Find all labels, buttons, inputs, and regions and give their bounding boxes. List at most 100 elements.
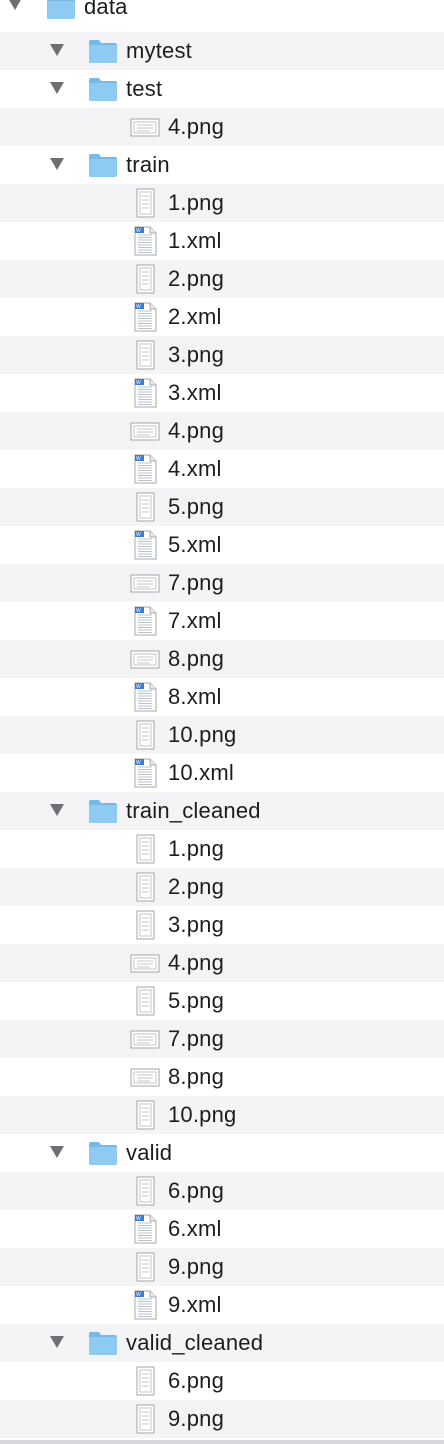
file-name: 9.png <box>168 1254 225 1279</box>
svg-text:W: W <box>136 684 141 690</box>
file-row[interactable]: 9.png <box>0 1400 444 1438</box>
xml-document-icon: W <box>130 1214 160 1244</box>
file-name: 7.xml <box>168 608 222 633</box>
file-row[interactable]: 10.png <box>0 1096 444 1134</box>
folder-icon <box>88 152 118 178</box>
svg-text:W: W <box>136 1216 141 1222</box>
disclosure-triangle-icon[interactable] <box>8 0 22 10</box>
file-row[interactable]: 5.png <box>0 488 444 526</box>
folder-icon <box>46 0 76 20</box>
file-row[interactable]: 6.png <box>0 1362 444 1400</box>
file-row[interactable]: W 1.xml <box>0 222 444 260</box>
folder-name: train <box>126 152 170 177</box>
disclosure-triangle-icon[interactable] <box>50 804 64 816</box>
file-row[interactable]: 9.png <box>0 1248 444 1286</box>
file-name: 2.png <box>168 266 225 291</box>
file-row[interactable]: 7.png <box>0 564 444 602</box>
disclosure-triangle-icon[interactable] <box>50 1336 64 1348</box>
file-name: 3.png <box>168 342 225 367</box>
file-row[interactable]: W 10.xml <box>0 754 444 792</box>
file-name: 4.png <box>168 114 225 139</box>
file-name: 9.xml <box>168 1292 222 1317</box>
file-row[interactable]: W 4.xml <box>0 450 444 488</box>
image-thumbnail-icon <box>130 340 160 370</box>
file-row[interactable]: 3.png <box>0 336 444 374</box>
file-name: 7.png <box>168 570 225 595</box>
file-name: 4.png <box>168 950 225 975</box>
xml-document-icon: W <box>130 378 160 408</box>
file-row[interactable]: 1.png <box>0 830 444 868</box>
file-row[interactable]: W 2.xml <box>0 298 444 336</box>
folder-row[interactable]: data <box>0 0 444 32</box>
file-row[interactable]: 2.png <box>0 260 444 298</box>
file-row[interactable]: 4.png <box>0 944 444 982</box>
folder-icon <box>88 1140 118 1166</box>
xml-document-icon: W <box>130 302 160 332</box>
file-tree: data mytest test 4.png train 1.png W 1.xml 2.png… <box>0 0 444 1444</box>
folder-icon <box>88 1330 118 1356</box>
svg-text:W: W <box>136 608 141 614</box>
file-row[interactable]: W 3.xml <box>0 374 444 412</box>
svg-text:W: W <box>136 532 141 538</box>
file-row[interactable]: 6.png <box>0 1172 444 1210</box>
file-row[interactable]: 4.png <box>0 412 444 450</box>
image-thumbnail-icon <box>130 910 160 940</box>
image-thumbnail-icon <box>130 834 160 864</box>
file-name: 5.png <box>168 988 225 1013</box>
file-row[interactable]: 1.png <box>0 184 444 222</box>
file-name: 1.png <box>168 190 225 215</box>
file-row[interactable]: 4.png <box>0 108 444 146</box>
file-name: 10.png <box>168 722 237 747</box>
image-thumbnail-icon <box>130 1100 160 1130</box>
folder-row[interactable]: train_cleaned <box>0 792 444 830</box>
horizontal-scrollbar[interactable] <box>0 1440 444 1444</box>
file-row[interactable]: 5.png <box>0 982 444 1020</box>
file-name: 2.xml <box>168 304 222 329</box>
file-name: 10.xml <box>168 760 234 785</box>
image-thumbnail-icon <box>130 948 160 978</box>
file-row[interactable]: W 7.xml <box>0 602 444 640</box>
disclosure-triangle-icon[interactable] <box>50 158 64 170</box>
file-name: 3.png <box>168 912 225 937</box>
file-row[interactable]: 8.png <box>0 1058 444 1096</box>
disclosure-triangle-icon[interactable] <box>50 82 64 94</box>
folder-row[interactable]: test <box>0 70 444 108</box>
image-thumbnail-icon <box>130 720 160 750</box>
disclosure-triangle-icon[interactable] <box>50 44 64 56</box>
svg-text:W: W <box>136 304 141 310</box>
file-row[interactable]: 3.png <box>0 906 444 944</box>
image-thumbnail-icon <box>130 872 160 902</box>
xml-document-icon: W <box>130 758 160 788</box>
file-name: 4.png <box>168 418 225 443</box>
image-thumbnail-icon <box>130 1404 160 1434</box>
file-row[interactable]: W 6.xml <box>0 1210 444 1248</box>
folder-row[interactable]: mytest <box>0 32 444 70</box>
folder-row[interactable]: valid_cleaned <box>0 1324 444 1362</box>
file-name: 8.png <box>168 646 225 671</box>
image-thumbnail-icon <box>130 1062 160 1092</box>
folder-name: mytest <box>126 38 192 63</box>
file-row[interactable]: 7.png <box>0 1020 444 1058</box>
file-name: 6.png <box>168 1178 225 1203</box>
folder-name: valid <box>126 1140 173 1165</box>
file-row[interactable]: W 9.xml <box>0 1286 444 1324</box>
file-name: 5.png <box>168 494 225 519</box>
file-row[interactable]: 2.png <box>0 868 444 906</box>
image-thumbnail-icon <box>130 568 160 598</box>
disclosure-triangle-icon[interactable] <box>50 1146 64 1158</box>
image-thumbnail-icon <box>130 112 160 142</box>
xml-document-icon: W <box>130 606 160 636</box>
image-thumbnail-icon <box>130 492 160 522</box>
file-name: 4.xml <box>168 456 222 481</box>
folder-row[interactable]: valid <box>0 1134 444 1172</box>
folder-row[interactable]: train <box>0 146 444 184</box>
xml-document-icon: W <box>130 682 160 712</box>
image-thumbnail-icon <box>130 416 160 446</box>
file-row[interactable]: W 5.xml <box>0 526 444 564</box>
file-name: 6.xml <box>168 1216 222 1241</box>
file-row[interactable]: 8.png <box>0 640 444 678</box>
xml-document-icon: W <box>130 454 160 484</box>
file-row[interactable]: 10.png <box>0 716 444 754</box>
file-row[interactable]: W 8.xml <box>0 678 444 716</box>
svg-text:W: W <box>136 456 141 462</box>
